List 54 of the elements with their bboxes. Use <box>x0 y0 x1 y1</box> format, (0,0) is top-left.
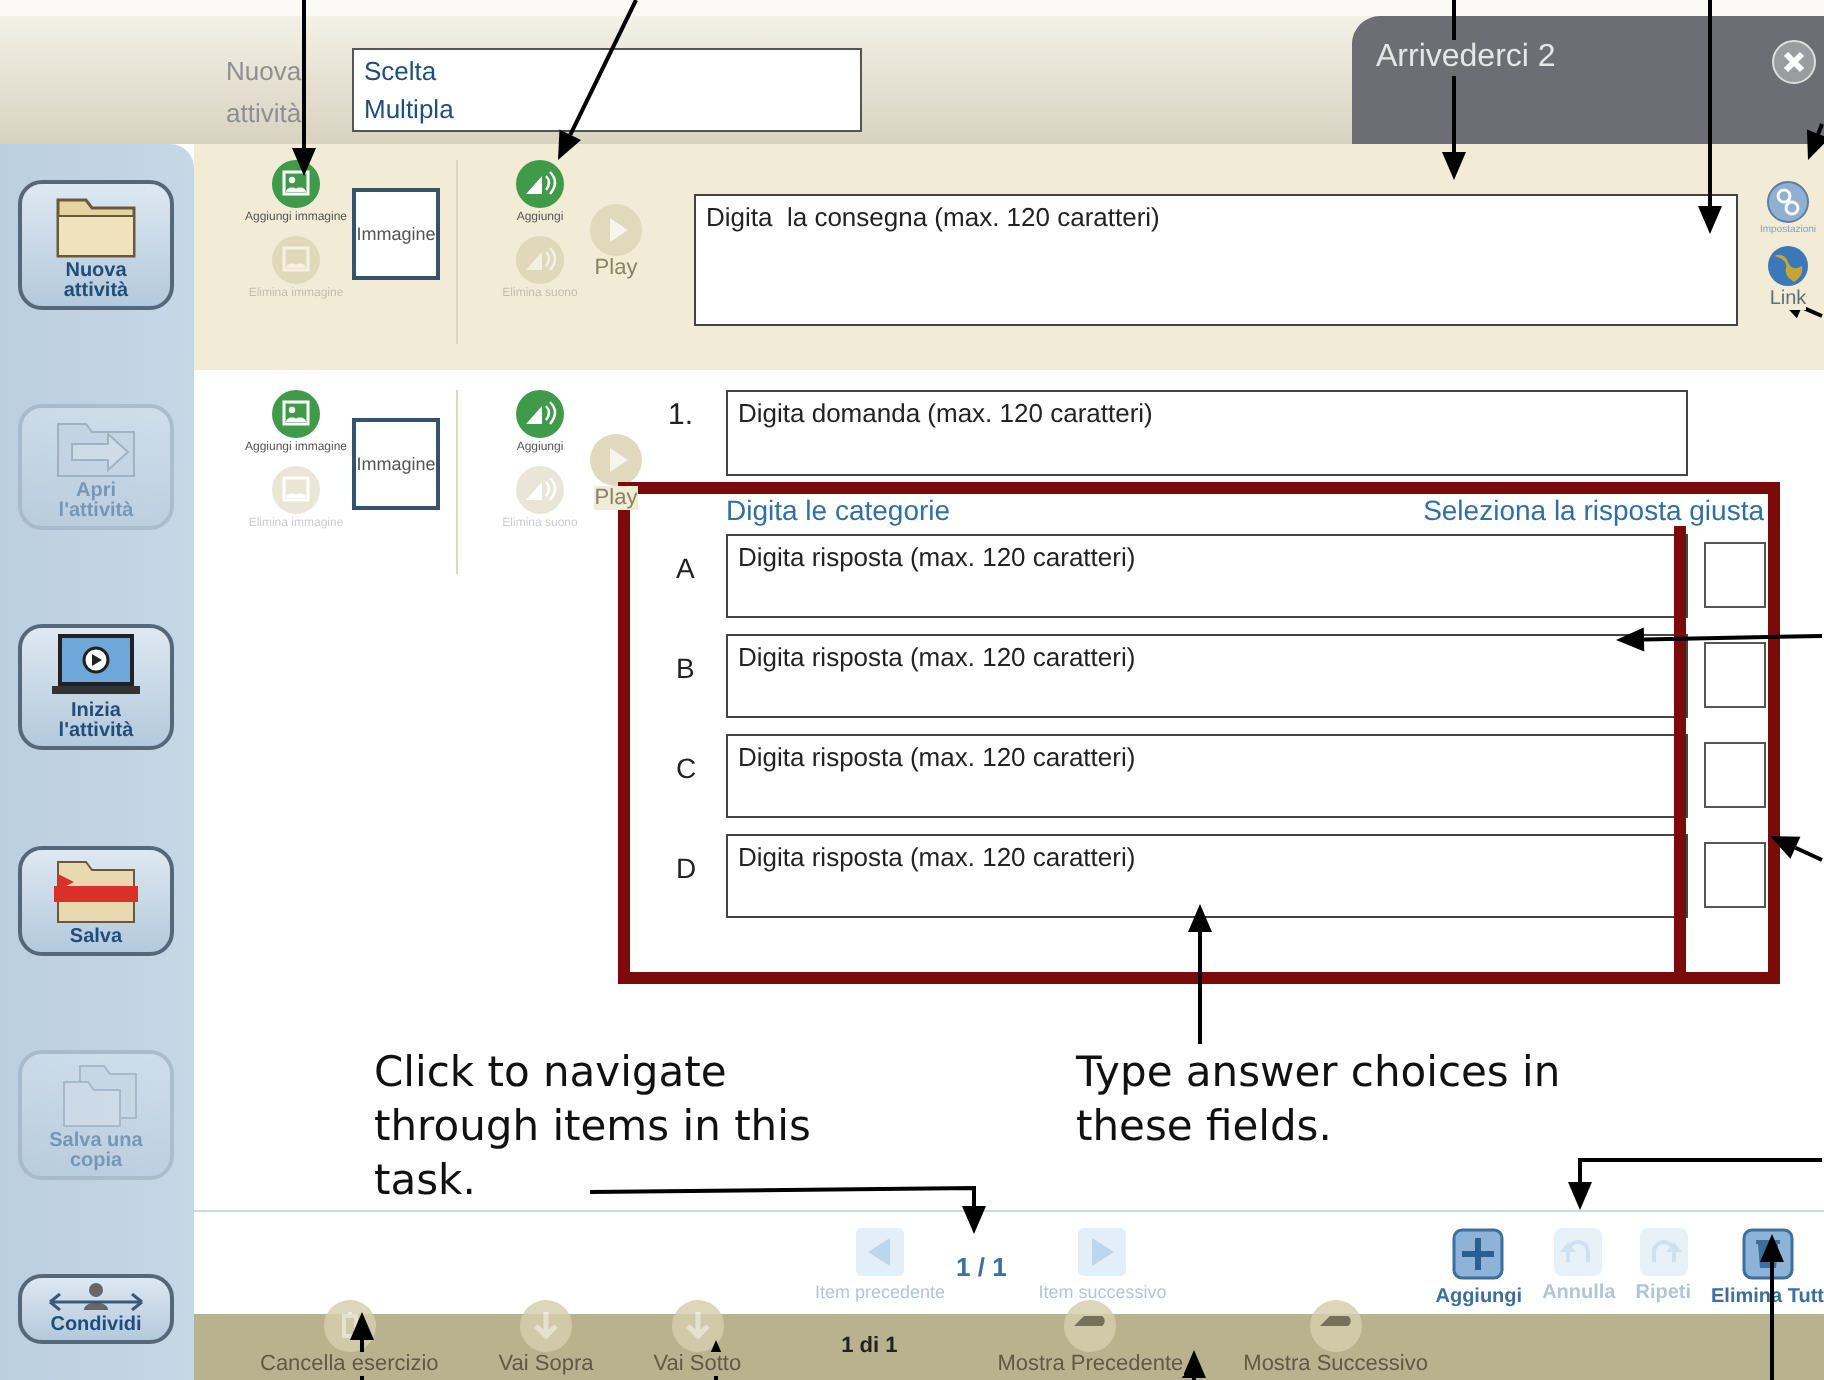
settings-icon <box>1765 180 1810 224</box>
speaker-icon <box>516 236 564 284</box>
answer-letter: A <box>674 550 697 588</box>
arrow <box>1182 1350 1206 1380</box>
answer-letter: B <box>674 650 697 688</box>
arrow <box>1770 836 1823 862</box>
close-icon <box>1782 50 1806 74</box>
instruction-field[interactable]: Digita la consegna (max. 120 caratteri) <box>694 194 1738 326</box>
image-placeholder[interactable]: Immagine <box>352 418 440 510</box>
sidebar-button[interactable]: Condividi <box>18 1273 174 1344</box>
answer-field[interactable]: Digita risposta (max. 120 caratteri) <box>726 734 1688 818</box>
picture-icon <box>272 160 320 208</box>
answer-checkbox[interactable] <box>1704 542 1766 608</box>
window-title: Arrivederci 2 <box>1376 40 1556 76</box>
page-counter: 1 di 1 <box>841 1333 898 1357</box>
answer-field[interactable]: Digita risposta (max. 120 caratteri) <box>726 834 1688 918</box>
close-button[interactable] <box>1772 40 1816 84</box>
image-placeholder[interactable]: Immagine <box>352 188 440 280</box>
sidebar-button[interactable]: Inizia l'attività <box>18 624 174 751</box>
activity-type-label: Nuova attività <box>226 54 304 132</box>
sidebar-button[interactable]: Nuova attività <box>18 180 174 310</box>
answer-field[interactable]: Digita risposta (max. 120 caratteri) <box>726 634 1688 718</box>
redo-icon <box>1639 1228 1688 1276</box>
sidebar-button[interactable]: Salva <box>18 845 174 956</box>
answer-letter: C <box>674 750 699 788</box>
column-heading: Digita le categorie <box>726 494 951 526</box>
question-field[interactable]: Digita domanda (max. 120 caratteri) <box>726 390 1688 476</box>
activity-name-field[interactable]: Scelta Multipla <box>352 48 862 132</box>
play-icon <box>590 204 642 256</box>
answer-field[interactable]: Digita risposta (max. 120 caratteri) <box>726 534 1688 618</box>
picture-icon <box>271 236 320 284</box>
arrow <box>1188 904 1212 1044</box>
answer-checkbox[interactable] <box>1704 642 1766 708</box>
picture-icon <box>271 466 320 514</box>
speaker-icon <box>516 160 564 208</box>
answer-checkbox[interactable] <box>1704 742 1766 808</box>
callout-text: Click to navigate through items in this task. <box>374 1046 813 1208</box>
undo-icon <box>1554 1228 1603 1276</box>
add-button[interactable]: Aggiungi <box>1435 1228 1523 1308</box>
play-icon <box>590 434 642 486</box>
question-number: 1. <box>668 396 696 436</box>
answer-letter: D <box>674 850 699 888</box>
column-heading: Seleziona la risposta giusta <box>1423 494 1764 526</box>
speaker-icon <box>516 390 564 438</box>
arrow <box>1806 123 1824 160</box>
plus-icon <box>1452 1228 1505 1280</box>
callout-text: Type answer choices in these fields. <box>1076 1046 1563 1154</box>
link-button[interactable]: Link <box>1766 244 1810 310</box>
picture-icon <box>272 390 320 438</box>
globe-icon <box>1766 244 1810 288</box>
share-icon <box>46 1281 146 1314</box>
item-counter: 1 / 1 <box>956 1252 1007 1282</box>
speaker-icon <box>516 466 564 514</box>
answer-checkbox[interactable] <box>1704 842 1766 908</box>
